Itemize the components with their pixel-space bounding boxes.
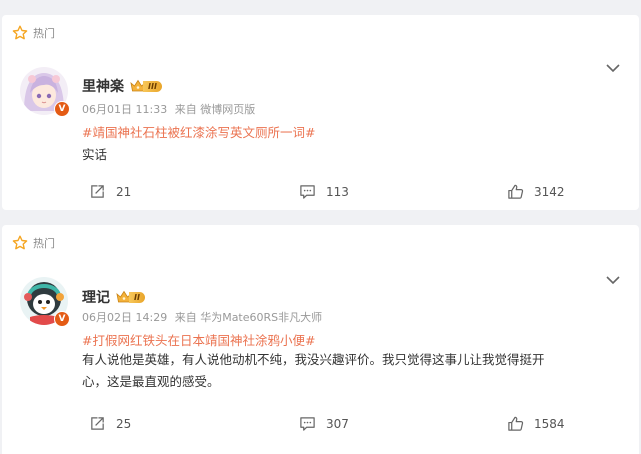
hot-label: 热门 xyxy=(33,237,55,250)
username[interactable]: 理记 xyxy=(82,287,110,307)
repost-count: 21 xyxy=(116,184,132,199)
avatar[interactable]: V xyxy=(20,277,70,327)
repost-button[interactable]: 25 xyxy=(89,415,131,432)
post-source: 来自 华为Mate60RS非凡大师 xyxy=(174,311,323,324)
hot-tag: 热门 xyxy=(12,235,55,251)
post-date[interactable]: 06月02日 14:29 xyxy=(82,311,167,324)
chevron-down-icon[interactable] xyxy=(605,63,621,73)
thumbs-up-icon xyxy=(508,184,524,199)
repost-icon xyxy=(91,417,104,430)
comment-button[interactable]: 113 xyxy=(299,183,349,200)
chevron-down-icon[interactable] xyxy=(605,275,621,285)
hot-tag: 热门 xyxy=(12,25,55,41)
weibo-post-card: 热门 V 理记 II 06月02日 14:29 来自 华为Mate60RS非凡大… xyxy=(2,225,639,454)
thumbs-up-icon xyxy=(508,416,524,431)
post-meta: 06月01日 11:33 来自 微博网页版 xyxy=(82,101,255,117)
vip-level: II xyxy=(129,291,145,303)
action-bar: 25 307 1584 xyxy=(2,415,639,435)
star-icon xyxy=(12,235,28,250)
hot-label: 热门 xyxy=(33,27,55,40)
topic-link[interactable]: #打假网红铁头在日本靖国神社涂鸦小便# xyxy=(82,330,315,349)
action-bar: 21 113 3142 xyxy=(2,183,639,203)
like-count: 1584 xyxy=(534,416,565,431)
vip-badge[interactable]: II xyxy=(116,290,145,304)
vip-level: III xyxy=(143,80,162,92)
avatar[interactable]: V xyxy=(20,67,70,117)
post-source: 来自 微博网页版 xyxy=(174,103,256,116)
post-text-line: 心，这是最直观的感受。 xyxy=(82,374,220,389)
comment-button[interactable]: 307 xyxy=(299,415,349,432)
comment-count: 113 xyxy=(326,184,349,199)
topic-link[interactable]: #靖国神社石柱被红漆涂写英文厕所一词# xyxy=(82,122,315,141)
post-meta: 06月02日 14:29 来自 华为Mate60RS非凡大师 xyxy=(82,309,322,325)
like-count: 3142 xyxy=(534,184,565,199)
post-date[interactable]: 06月01日 11:33 xyxy=(82,103,167,116)
like-button[interactable]: 3142 xyxy=(507,183,565,200)
repost-button[interactable]: 21 xyxy=(89,183,131,200)
star-icon xyxy=(12,25,28,40)
repost-count: 25 xyxy=(116,416,132,431)
post-text-line: 有人说他是英雄，有人说他动机不纯，我没兴趣评价。我只觉得这事儿让我觉得挺开 xyxy=(82,352,545,367)
comment-count: 307 xyxy=(326,416,349,431)
like-button[interactable]: 1584 xyxy=(507,415,565,432)
post-text: 有人说他是英雄，有人说他动机不纯，我没兴趣评价。我只觉得这事儿让我觉得挺开 心，… xyxy=(82,349,632,393)
user-row: 理记 II xyxy=(82,287,145,307)
comment-icon xyxy=(300,417,315,431)
username[interactable]: 里神楽 xyxy=(82,76,124,96)
repost-icon xyxy=(91,185,104,198)
vip-badge[interactable]: III xyxy=(130,79,162,93)
verified-badge: V xyxy=(54,311,70,327)
weibo-post-card: 热门 V 里神楽 III 06月01日 11:33 来自 微博网页版 #靖国神社… xyxy=(2,15,639,210)
post-text: 实话 xyxy=(82,147,108,162)
user-row: 里神楽 III xyxy=(82,76,162,96)
comment-icon xyxy=(300,185,315,199)
verified-badge: V xyxy=(54,101,70,117)
